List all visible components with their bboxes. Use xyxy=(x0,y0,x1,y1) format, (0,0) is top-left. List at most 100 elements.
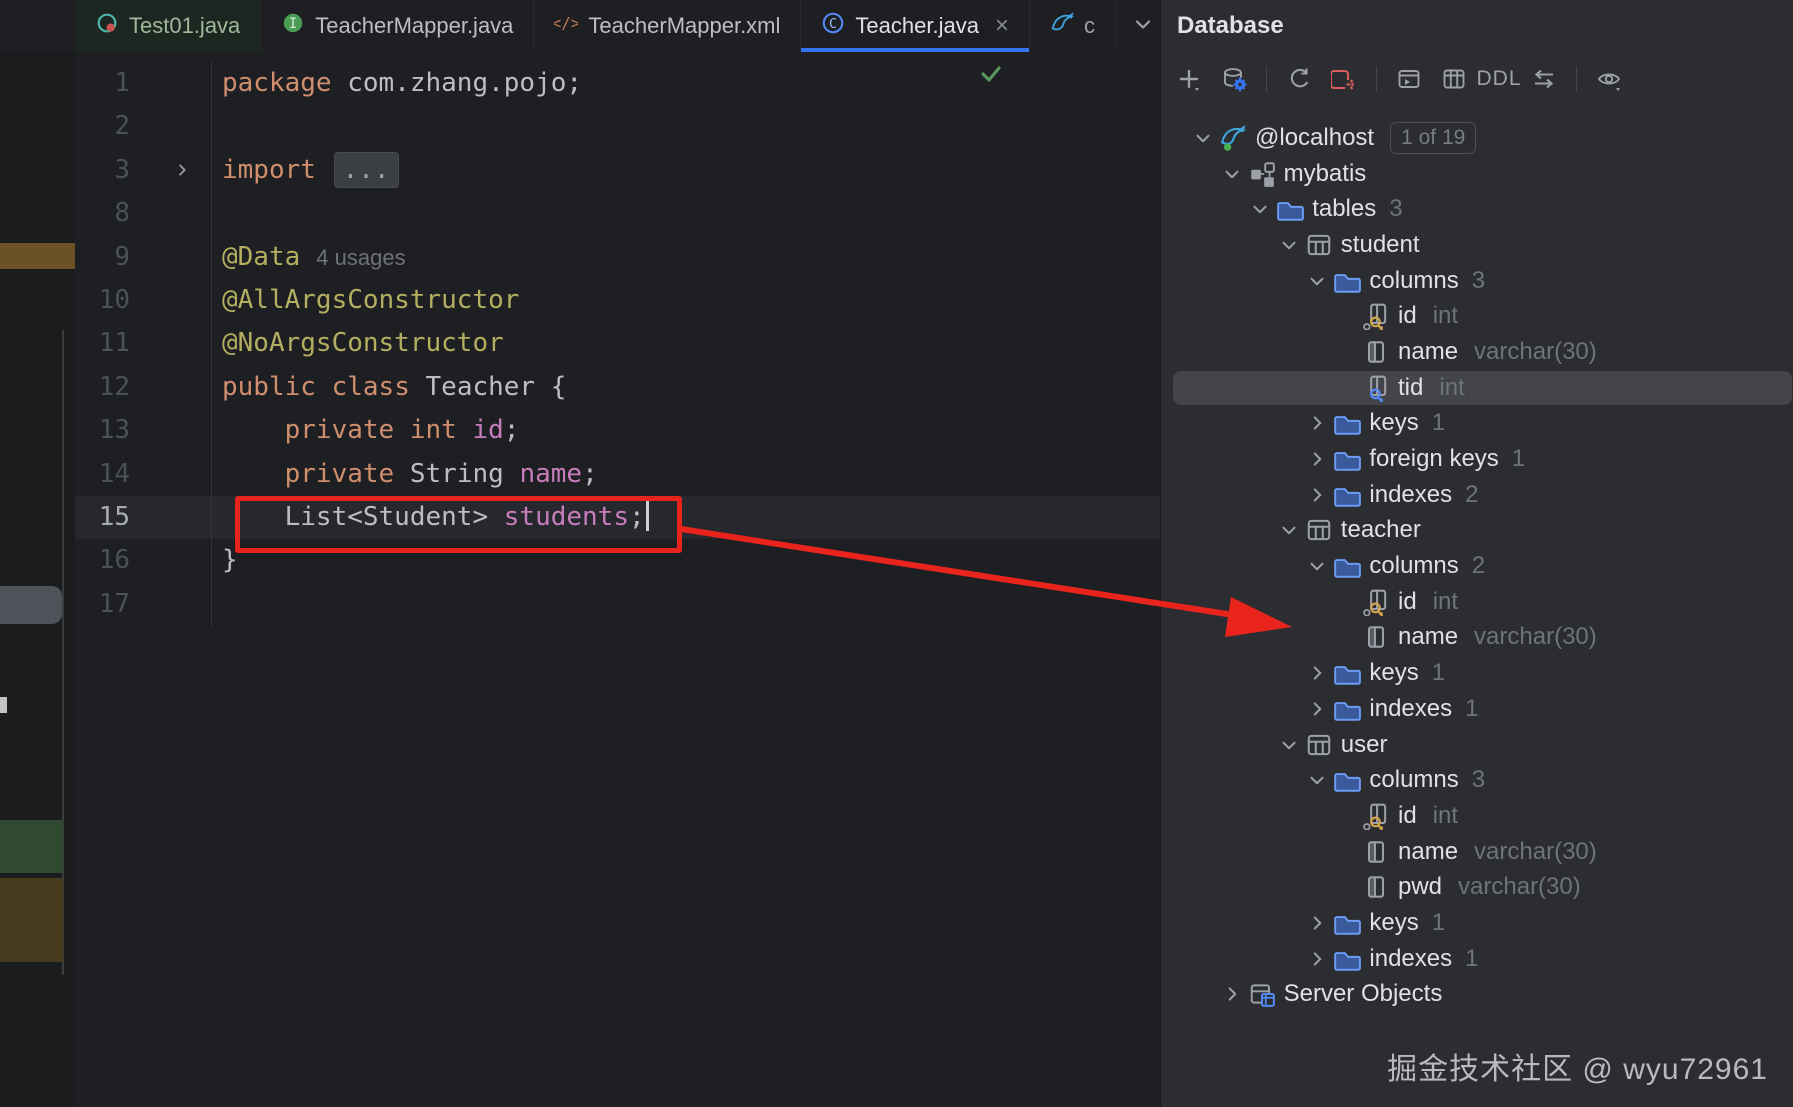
fold-gutter xyxy=(130,279,211,322)
ddl-icon: DDL xyxy=(1476,67,1522,90)
query-console-button[interactable] xyxy=(1394,64,1424,94)
tree-row-columns[interactable]: columns 3 xyxy=(1161,263,1793,299)
item-count: 1 xyxy=(1431,908,1446,936)
datasource-settings-button[interactable] xyxy=(1219,64,1249,94)
code-line-17[interactable]: 17 xyxy=(75,582,1160,627)
chevron-right-icon[interactable] xyxy=(1302,908,1332,938)
tree-row-name[interactable]: name varchar(30) xyxy=(1161,834,1793,870)
code-line-3[interactable]: 3 import ... xyxy=(75,148,1160,193)
line-number: 3 xyxy=(114,154,130,185)
tree-label: columns xyxy=(1369,766,1459,794)
usages-inlay-hint[interactable]: 4 usages xyxy=(316,245,405,270)
tree-row-keys[interactable]: keys 1 xyxy=(1161,406,1793,442)
code-line-11[interactable]: 11 @NoArgsConstructor xyxy=(75,322,1160,366)
chevron-down-icon[interactable] xyxy=(1274,515,1304,545)
chevron-right-icon[interactable] xyxy=(1302,480,1332,510)
watermark-text: 掘金技术社区 @ wyu72961 xyxy=(1387,1053,1768,1086)
chevron-down-icon[interactable] xyxy=(1302,551,1332,581)
chevron-down-icon[interactable] xyxy=(1274,730,1304,760)
chevron-right-icon[interactable] xyxy=(1302,444,1332,474)
chevron-right-icon[interactable] xyxy=(1302,408,1332,438)
chevron-down-icon[interactable] xyxy=(1302,266,1332,296)
fold-gutter xyxy=(130,496,211,539)
tree-row-name[interactable]: name varchar(30) xyxy=(1161,620,1793,656)
tree-row-foreign-keys[interactable]: foreign keys 1 xyxy=(1161,441,1793,477)
fold-marker-icon[interactable] xyxy=(130,149,211,192)
svg-text:</>: </> xyxy=(554,14,578,33)
chevron-down-icon[interactable] xyxy=(1302,765,1332,795)
tree-row-tid[interactable]: tid int xyxy=(1161,370,1793,406)
tree-row-student[interactable]: student xyxy=(1161,227,1793,263)
column-type: int xyxy=(1432,302,1459,330)
tree-row-indexes[interactable]: indexes 1 xyxy=(1161,691,1793,727)
test-class-icon xyxy=(95,11,119,41)
item-count: 1 xyxy=(1431,409,1446,437)
ddl-button[interactable]: DDL xyxy=(1477,64,1521,94)
tab-c[interactable]: c xyxy=(1030,0,1116,52)
tree-row--localhost[interactable]: @localhost 1 of 19 xyxy=(1161,120,1793,156)
table-view-button[interactable] xyxy=(1439,64,1469,94)
chevron-right-icon[interactable] xyxy=(1217,979,1247,1009)
tree-row-teacher[interactable]: teacher xyxy=(1161,513,1793,549)
tree-row-indexes[interactable]: indexes 1 xyxy=(1161,941,1793,977)
code-line-9[interactable]: 9 @Data 4 usages xyxy=(75,235,1160,279)
tree-row-server-objects[interactable]: Server Objects xyxy=(1161,977,1793,1013)
chevron-down-icon[interactable] xyxy=(1274,230,1304,260)
chevron-down-icon[interactable] xyxy=(1188,123,1218,153)
editor-tab-bar: Test01.java I TeacherMapper.java </> Teacher… xyxy=(75,0,1197,52)
tree-row-id[interactable]: id int xyxy=(1161,298,1793,334)
mysql-icon xyxy=(1218,123,1248,153)
folder-icon xyxy=(1332,658,1362,688)
tree-label: keys xyxy=(1369,908,1419,936)
chevron-down-icon[interactable] xyxy=(1245,194,1275,224)
tree-row-columns[interactable]: columns 2 xyxy=(1161,548,1793,584)
tab-label: TeacherMapper.java xyxy=(315,13,514,38)
database-panel-title: Database xyxy=(1177,12,1284,39)
hidden-tabs-chevron-icon[interactable] xyxy=(1130,11,1156,42)
tree-row-indexes[interactable]: indexes 2 xyxy=(1161,477,1793,513)
chevron-right-icon[interactable] xyxy=(1302,694,1332,724)
folder-icon xyxy=(1332,480,1362,510)
chevron-right-icon[interactable] xyxy=(1302,944,1332,974)
tree-row-keys[interactable]: keys 1 xyxy=(1161,655,1793,691)
folder-icon xyxy=(1332,266,1362,296)
code-line-8[interactable]: 8 xyxy=(75,192,1160,236)
tree-row-id[interactable]: id int xyxy=(1161,584,1793,620)
folded-imports[interactable]: ... xyxy=(333,151,399,188)
tree-row-keys[interactable]: keys 1 xyxy=(1161,905,1793,941)
diff-arrows-button[interactable] xyxy=(1529,64,1559,94)
code-line-2[interactable]: 2 xyxy=(75,105,1160,149)
tree-row-id[interactable]: id int xyxy=(1161,798,1793,834)
tab-teachermapper-java[interactable]: I TeacherMapper.java xyxy=(261,0,535,52)
tree-row-name[interactable]: name varchar(30) xyxy=(1161,334,1793,370)
tree-row-tables[interactable]: tables 3 xyxy=(1161,191,1793,227)
eye-button[interactable] xyxy=(1594,64,1624,94)
tree-row-mybatis[interactable]: mybatis xyxy=(1161,156,1793,192)
inspection-ok-check-icon[interactable] xyxy=(977,60,1005,95)
column-type: varchar(30) xyxy=(1458,873,1581,901)
tab-teachermapper-xml[interactable]: </> TeacherMapper.xml xyxy=(534,0,802,52)
code-line-12[interactable]: 12 public class Teacher { xyxy=(75,365,1160,410)
code-line-14[interactable]: 14 private String name; xyxy=(75,452,1160,496)
code-line-10[interactable]: 10 @AllArgsConstructor xyxy=(75,278,1160,323)
code-line-13[interactable]: 13 private int id; xyxy=(75,409,1160,453)
item-count: 3 xyxy=(1471,766,1486,794)
add-button[interactable] xyxy=(1174,64,1204,94)
tab-teacher-java[interactable]: C Teacher.java × xyxy=(801,0,1030,52)
tree-row-columns[interactable]: columns 3 xyxy=(1161,762,1793,798)
disconnect-button[interactable] xyxy=(1329,64,1359,94)
tab-test01-java[interactable]: Test01.java xyxy=(75,0,262,52)
tree-row-user[interactable]: user xyxy=(1161,727,1793,763)
folder-icon xyxy=(1332,944,1362,974)
refresh-button[interactable] xyxy=(1284,64,1314,94)
chevron-down-icon[interactable] xyxy=(1217,159,1247,189)
code-editor[interactable]: 1 package com.zhang.pojo; 2 3 import ... 8 9 @D… xyxy=(75,52,1160,1107)
chevron-right-icon[interactable] xyxy=(1302,658,1332,688)
fold-gutter xyxy=(130,409,211,452)
svg-text:I: I xyxy=(289,16,297,32)
tree-row-pwd[interactable]: pwd varchar(30) xyxy=(1161,869,1793,905)
close-icon[interactable]: × xyxy=(995,12,1009,40)
